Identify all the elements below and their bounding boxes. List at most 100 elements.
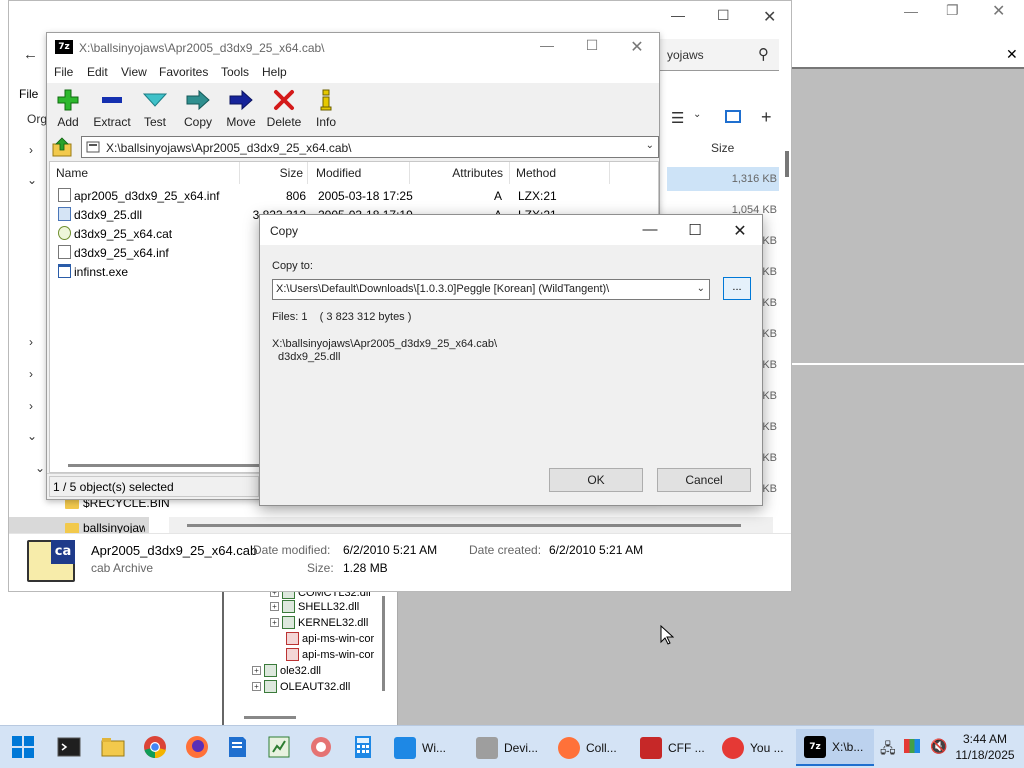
tools-app-icon[interactable] [308,734,334,760]
taskbar-task[interactable]: Coll... [550,729,628,766]
taskbar-task[interactable]: CFF ... [632,729,710,766]
network-icon[interactable]: 🖧 [880,738,896,762]
extract-button[interactable]: Extract [89,87,135,129]
browse-button[interactable]: ... [723,277,751,300]
chevron-down-icon[interactable]: ⌄ [646,140,654,151]
organize-button[interactable]: Org [27,112,47,126]
tree-item[interactable]: api-ms-win-cor [286,632,374,645]
minimize-icon[interactable]: — [671,7,685,23]
column-header-name[interactable]: Name [50,162,240,184]
tree-item[interactable]: + OLEAUT32.dll [252,680,350,693]
firefox-icon[interactable] [184,734,210,760]
delete-button[interactable]: Delete [261,87,307,129]
expand-icon[interactable]: + [270,618,279,627]
address-combobox[interactable]: X:\ballsinyojaws\Apr2005_d3dx9_25_x64.ca… [81,136,659,158]
system-clock[interactable]: 3:44 AM 11/18/2025 [950,731,1020,763]
file-explorer-icon[interactable] [100,734,126,760]
close-icon[interactable]: ✕ [720,221,760,241]
close-icon[interactable]: ✕ [763,7,776,27]
add-button[interactable]: Add [45,87,91,129]
volume-muted-icon[interactable]: 🔇 [930,738,947,755]
notes-app-icon[interactable] [224,734,250,760]
info-button[interactable]: Info [303,87,349,129]
destination-input[interactable]: X:\Users\Default\Downloads\[1.0.3.0]Pegg… [276,283,609,295]
tree-item[interactable]: + KERNEL32.dll [270,616,368,629]
taskbar-task-active[interactable]: 7z X:\b... [796,729,874,766]
minimize-icon[interactable]: — [904,3,918,19]
display-icon[interactable] [904,739,920,753]
tree-item[interactable]: + ole32.dll [252,664,321,677]
back-arrow-icon[interactable]: ← [23,46,38,63]
dialog-title-bar[interactable]: Copy — ☐ ✕ [260,215,762,245]
ok-button[interactable]: OK [549,468,643,492]
scrollbar-thumb[interactable] [68,464,264,467]
taskbar-task[interactable]: Devi... [468,729,546,766]
file-menu[interactable]: File [19,87,38,101]
spreadsheet-icon[interactable] [266,734,292,760]
address-input[interactable]: X:\ballsinyojaws\Apr2005_d3dx9_25_x64.ca… [106,141,352,155]
column-header-size[interactable]: Size [240,162,308,184]
tree-item-selected[interactable]: ballsinyojaws [9,517,149,535]
table-row[interactable]: apr2005_d3dx9_25_x64.inf 806 2005-03-18 … [50,186,658,205]
title-bar[interactable]: 7z X:\ballsinyojaws\Apr2005_d3dx9_25_x64… [47,33,659,61]
chevron-down-icon[interactable]: ⌄ [27,429,37,443]
copy-button[interactable]: Copy [175,87,221,129]
cancel-button[interactable]: Cancel [657,468,751,492]
add-icon[interactable]: + [761,107,772,128]
chevron-down-icon[interactable]: ⌄ [693,109,701,120]
column-header-attributes[interactable]: Attributes [410,162,510,184]
menu-edit[interactable]: Edit [87,65,108,79]
windows-start-icon[interactable] [10,734,36,760]
close-icon[interactable]: ✕ [1006,46,1018,63]
column-header-method[interactable]: Method [510,162,610,184]
terminal-icon[interactable] [56,734,82,760]
tree-item[interactable]: + SHELL32.dll [270,600,359,613]
menu-help[interactable]: Help [262,65,287,79]
column-header-modified[interactable]: Modified [308,162,410,184]
maximize-icon[interactable]: ☐ [717,7,730,24]
scrollbar-thumb[interactable] [187,524,741,527]
expand-icon[interactable]: + [252,682,261,691]
menu-favorites[interactable]: Favorites [159,65,208,79]
minimize-icon[interactable]: — [532,37,562,53]
destination-combobox[interactable]: X:\Users\Default\Downloads\[1.0.3.0]Pegg… [272,279,710,300]
calculator-icon[interactable] [350,734,376,760]
test-button[interactable]: Test [132,87,178,129]
menu-view[interactable]: View [121,65,147,79]
minimize-icon[interactable]: — [630,221,670,238]
view-list-icon[interactable]: ☰ [671,109,684,127]
search-input[interactable]: yojaws [667,48,704,62]
size-column-header[interactable]: Size [711,141,734,155]
taskbar-task[interactable]: You ... [714,729,792,766]
maximize-icon[interactable]: ☐ [577,37,607,54]
close-icon[interactable]: ✕ [992,1,1005,21]
scrollbar-thumb[interactable] [785,151,789,177]
scrollbar-thumb[interactable] [244,716,296,719]
maximize-icon[interactable]: ☐ [675,221,715,239]
close-icon[interactable]: ✕ [622,37,652,57]
search-box[interactable]: yojaws ⚲ [659,39,779,71]
chevron-right-icon[interactable]: › [29,143,33,157]
chevron-down-icon[interactable]: ⌄ [697,283,705,294]
tree-item[interactable]: api-ms-win-cor [286,648,374,661]
dependency-tree[interactable]: + COMCTL32.dll + SHELL32.dll + KERNEL32.… [224,586,398,725]
chevron-right-icon[interactable]: › [29,399,33,413]
restore-icon[interactable]: ❐ [946,2,959,19]
chevron-right-icon[interactable]: › [29,367,33,381]
taskbar-task[interactable]: Wi... [386,729,460,766]
expand-icon[interactable]: + [252,666,261,675]
chevron-right-icon[interactable]: › [29,335,33,349]
move-button[interactable]: Move [218,87,264,129]
source-path: X:\ballsinyojaws\Apr2005_d3dx9_25_x64.ca… [272,338,498,350]
scrollbar-thumb[interactable] [382,596,385,691]
search-icon[interactable]: ⚲ [758,45,769,63]
chevron-down-icon[interactable]: ⌄ [27,173,37,187]
preview-pane-icon[interactable] [725,110,741,123]
chrome-icon[interactable] [142,734,168,760]
menu-file[interactable]: File [54,65,73,79]
expand-icon[interactable]: + [270,602,279,611]
background-window-top: — ❐ ✕ ✕ [792,0,1024,67]
chevron-down-icon[interactable]: ⌄ [35,461,45,475]
menu-tools[interactable]: Tools [221,65,249,79]
up-folder-icon[interactable] [51,137,75,159]
